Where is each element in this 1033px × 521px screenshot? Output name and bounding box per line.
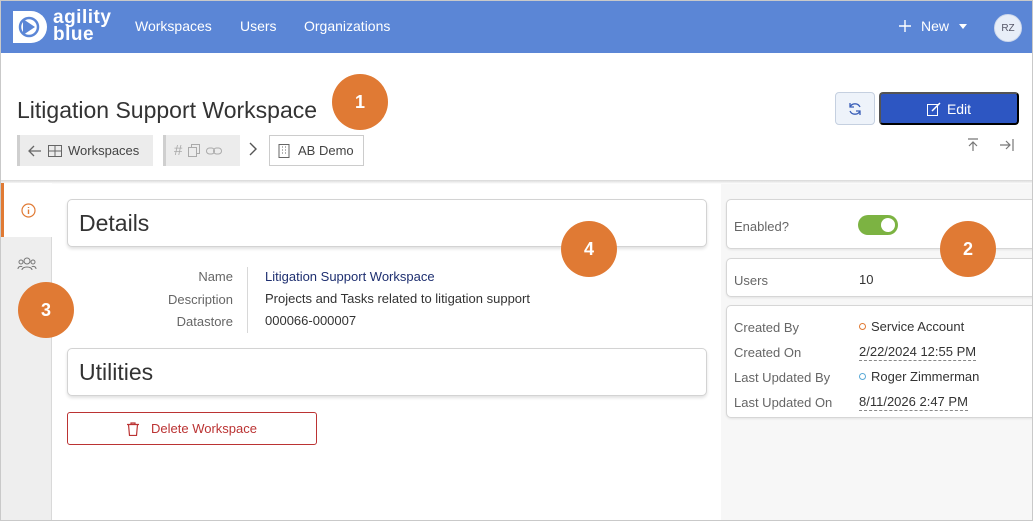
breadcrumb-workspaces[interactable]: Workspaces [17,135,153,166]
chevron-right-icon [249,142,257,156]
hash-icon[interactable]: # [174,142,182,159]
edit-button[interactable]: Edit [879,92,1019,125]
details-heading: Details [79,209,150,236]
user-status-dot-icon [859,323,866,330]
breadcrumb-workspaces-label: Workspaces [68,143,140,158]
enabled-toggle[interactable] [858,215,898,235]
name-value: Litigation Support Workspace [265,269,435,284]
users-label: Users [734,273,768,288]
collapse-panel-icon[interactable] [999,137,1015,153]
building-icon [278,143,290,158]
info-icon [20,202,36,218]
name-label: Name [198,269,233,284]
nav-link-workspaces[interactable]: Workspaces [135,18,212,34]
left-tab-rail [1,183,52,520]
datastore-value: 000066-000007 [265,313,357,328]
brand-line-2: blue [53,24,95,45]
description-value: Projects and Tasks related to litigation… [265,291,530,306]
datastore-label: Datastore [176,314,233,329]
app-frame: agility blue Workspaces Users Organizati… [0,0,1033,521]
delete-workspace-button[interactable]: Delete Workspace [67,412,317,445]
created-by-label: Created By [734,320,800,335]
utilities-section-header[interactable]: Utilities [67,348,707,396]
plus-icon [899,20,911,32]
created-by-value: Service Account [859,319,964,334]
breadcrumb-current-label: AB Demo [298,143,354,158]
created-on-value: 2/22/2024 12:55 PM [859,344,977,361]
caret-down-icon [959,23,968,29]
updated-on-value: 8/11/2026 2:47 PM [859,394,968,411]
callout-4: 4 [561,221,617,277]
breadcrumb-id-tools: # [163,135,240,166]
updated-by-name: Roger Zimmerman [871,369,980,384]
updated-by-label: Last Updated By [734,370,831,385]
breadcrumb-current-organization[interactable]: AB Demo [269,135,364,166]
users-icon [17,257,36,271]
users-count: 10 [859,272,874,287]
callout-1: 1 [332,74,388,130]
created-by-name: Service Account [871,319,965,334]
description-label: Description [167,292,233,307]
brand-wordmark: agility blue [53,8,111,45]
edit-button-label: Edit [946,100,972,117]
nav-link-users[interactable]: Users [240,18,277,34]
scroll-to-top-icon[interactable] [965,137,981,153]
utilities-heading: Utilities [79,358,154,385]
updated-by-value: Roger Zimmerman [859,369,979,384]
audit-card: Created By Service Account Created On 2/… [726,305,1032,418]
delete-workspace-label: Delete Workspace [151,421,257,436]
agility-blue-logo-icon[interactable] [7,7,47,47]
refresh-icon [849,102,861,115]
edit-icon [926,101,941,116]
new-menu-label: New [921,18,950,34]
page-title: Litigation Support Workspace [17,97,318,123]
link-icon[interactable] [206,146,223,156]
nav-link-organizations[interactable]: Organizations [304,18,390,34]
callout-2: 2 [940,221,996,277]
callout-3: 3 [18,282,74,338]
created-on-label: Created On [734,345,802,360]
copy-icon[interactable] [188,144,201,157]
new-menu-button[interactable]: New [899,18,968,34]
details-divider [247,267,248,333]
user-status-dot-icon [859,373,866,380]
trash-icon [127,421,139,436]
top-nav-bar: agility blue Workspaces Users Organizati… [1,1,1032,53]
enabled-label: Enabled? [734,219,789,234]
arrow-left-icon [28,145,41,156]
user-avatar[interactable]: RZ [994,14,1022,42]
refresh-button[interactable] [835,92,875,125]
tab-details[interactable] [1,183,52,237]
updated-on-label: Last Updated On [734,395,833,410]
grid-table-icon [48,144,62,157]
